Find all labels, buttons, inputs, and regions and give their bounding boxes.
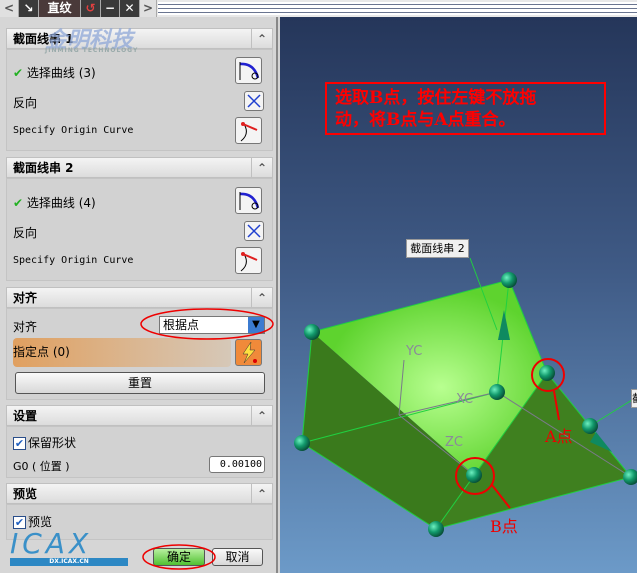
sphere-point [304,324,320,340]
section-string1-tag: 截 [631,389,637,408]
instruction-annotation: 选取B点，按住左键不放拖 动，将B点与A点重合。 [325,82,606,135]
xc-axis-label: XC [456,392,473,407]
a-point-label: A点 [544,427,573,446]
sphere-point-a [539,365,555,381]
zc-axis-label: ZC [445,435,463,450]
sphere-point [294,435,310,451]
b-point-label: B点 [490,517,518,536]
sphere-point-b [466,467,482,483]
sphere-point [428,521,444,537]
section-string2-tag: 截面线串 2 [406,239,469,258]
yc-axis-label: YC [405,344,422,359]
sphere-point [489,384,505,400]
sphere-point [582,418,598,434]
sphere-point [501,272,517,288]
